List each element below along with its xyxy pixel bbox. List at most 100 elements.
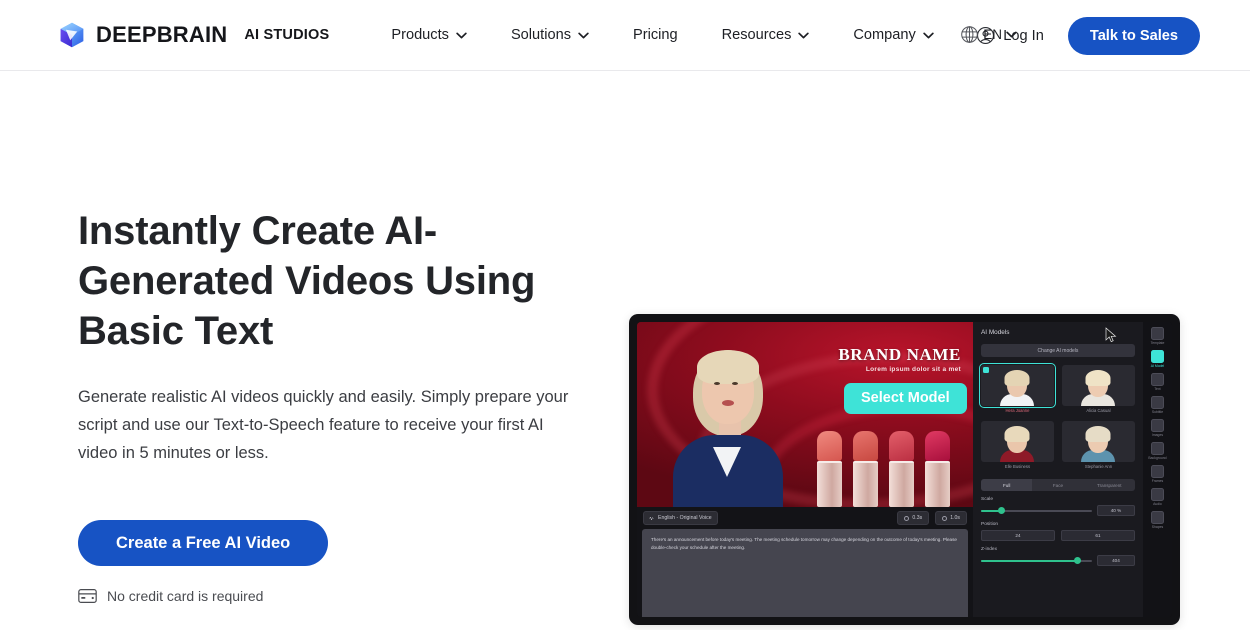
rail-item-images[interactable]: Images xyxy=(1144,419,1170,437)
model-card-2[interactable]: Elle Business xyxy=(981,421,1054,469)
chevron-down-icon xyxy=(798,32,810,38)
scale-slider-knob[interactable] xyxy=(997,506,1005,514)
template-icon xyxy=(1150,327,1164,340)
script-textarea[interactable]: There's an announcement before today's m… xyxy=(642,529,968,617)
mouse-pointer-icon xyxy=(1105,327,1117,343)
rail-item-shapes[interactable]: Shapes xyxy=(1144,511,1170,529)
tab-full[interactable]: Full xyxy=(981,479,1033,491)
scale-slider-track[interactable] xyxy=(981,506,1092,514)
rail-label-shapes: Shapes xyxy=(1151,525,1164,529)
audio-icon xyxy=(1150,488,1164,501)
nav-item-company[interactable]: Company xyxy=(853,19,934,51)
nav-item-products[interactable]: Products xyxy=(391,19,467,51)
scale-control[interactable]: 40 % xyxy=(981,505,1135,516)
subtitle-icon xyxy=(1150,396,1164,409)
page-title: Instantly Create AI-Generated Videos Usi… xyxy=(78,209,536,353)
zindex-slider-knob[interactable] xyxy=(1074,556,1082,564)
logo-product-text: AI STUDIOS xyxy=(244,27,330,43)
rail-item-background[interactable]: Background xyxy=(1144,442,1170,460)
create-free-ai-video-button[interactable]: Create a Free AI Video xyxy=(78,520,329,566)
globe-icon xyxy=(961,26,979,43)
voice-selector-chip[interactable]: English - Original Voice xyxy=(643,511,718,525)
chevron-down-icon xyxy=(1006,31,1017,38)
nav-item-solutions[interactable]: Solutions xyxy=(511,19,589,51)
rail-item-subtitle[interactable]: Subtitle xyxy=(1144,396,1170,414)
rail-label-frames: Frames xyxy=(1151,479,1164,483)
view-mode-tabs: Full Face Transparent xyxy=(981,479,1135,491)
voice-chip-label: English - Original Voice xyxy=(658,515,712,521)
time-chip-end-label: 1.0s xyxy=(950,515,960,521)
selected-check-icon xyxy=(983,367,989,373)
shapes-icon xyxy=(1150,511,1164,524)
nav-label-products: Products xyxy=(391,27,449,43)
scale-value[interactable]: 40 % xyxy=(1096,505,1135,516)
video-preview-canvas[interactable]: BRAND NAME Lorem ipsum dolor sit a met xyxy=(637,322,973,507)
nav-item-resources[interactable]: Resources xyxy=(722,19,810,51)
rail-label-text: Text xyxy=(1154,387,1161,391)
position-x-input[interactable]: 24 xyxy=(981,530,1055,541)
editor-stage-column: BRAND NAME Lorem ipsum dolor sit a met E… xyxy=(637,322,973,617)
select-model-button[interactable]: Select Model xyxy=(844,383,967,414)
rail-label-audio: Audio xyxy=(1153,502,1162,506)
script-text-content: There's an announcement before today's m… xyxy=(651,537,957,550)
rail-item-text[interactable]: Text xyxy=(1144,373,1170,391)
zindex-control[interactable]: 404 xyxy=(981,555,1135,566)
voice-waveform-icon xyxy=(649,515,654,521)
scale-label: Scale xyxy=(981,497,993,502)
rail-label-background: Background xyxy=(1148,456,1167,460)
rail-item-frames[interactable]: Frames xyxy=(1144,465,1170,483)
rail-item-audio[interactable]: Audio xyxy=(1144,488,1170,506)
talk-to-sales-button[interactable]: Talk to Sales xyxy=(1067,16,1200,55)
ai-model-icon xyxy=(1150,350,1164,363)
chevron-down-icon xyxy=(578,32,589,38)
nav-label-resources: Resources xyxy=(721,27,792,43)
zindex-slider-track[interactable] xyxy=(981,556,1092,564)
zindex-label: Z-index xyxy=(981,547,997,552)
time-chip-end[interactable]: 1.0s xyxy=(935,511,967,525)
model-card-1[interactable]: Alicia Casual xyxy=(1061,365,1135,413)
model-card-3[interactable]: Stephanie Ann xyxy=(1061,421,1135,469)
change-ai-models-button[interactable]: Change AI models xyxy=(981,344,1135,357)
background-icon xyxy=(1150,442,1164,455)
logo-link[interactable]: DEEPBRAIN AI STUDIOS xyxy=(58,21,329,49)
tab-face[interactable]: Face xyxy=(1032,479,1083,491)
model-card-0[interactable]: Hera Joanne xyxy=(979,363,1056,413)
nav-item-pricing[interactable]: Pricing xyxy=(633,19,678,51)
rail-label-ai-model: AI Model xyxy=(1150,364,1165,368)
language-label: EN xyxy=(983,27,1003,42)
clock-icon xyxy=(904,515,910,521)
hero-subtext: Generate realistic AI videos quickly and… xyxy=(78,388,569,462)
model-label-2: Elle Business xyxy=(1004,464,1031,469)
position-control: 24 61 xyxy=(981,530,1135,541)
zindex-value[interactable]: 404 xyxy=(1096,555,1135,566)
rail-item-template[interactable]: Template xyxy=(1144,327,1170,345)
rail-label-images: Images xyxy=(1151,433,1164,437)
product-screenshot-mockup: BRAND NAME Lorem ipsum dolor sit a met E… xyxy=(629,314,1180,625)
ai-models-panel: AI Models Change AI models Hera Joanne A… xyxy=(973,322,1143,617)
position-label: Position xyxy=(981,522,999,527)
stage-brand-title: BRAND NAME xyxy=(838,345,961,364)
rail-item-ai-model[interactable]: AI Model xyxy=(1144,350,1170,368)
ai-avatar-presenter xyxy=(669,344,787,507)
model-label-1: Alicia Casual xyxy=(1086,408,1111,413)
images-icon xyxy=(1150,419,1164,432)
rail-label-subtitle: Subtitle xyxy=(1151,410,1164,414)
nav-label-company: Company xyxy=(853,27,916,43)
language-selector[interactable]: EN xyxy=(960,25,1017,44)
credit-card-icon xyxy=(78,589,97,603)
rail-label-template: Template xyxy=(1150,341,1165,345)
tab-transparent[interactable]: Transparent xyxy=(1084,479,1135,491)
no-credit-card-label: No credit card is required xyxy=(107,588,264,604)
product-lipsticks-image xyxy=(817,419,965,507)
editor-tool-rail: Template AI Model Text Subtitle Images B… xyxy=(1142,322,1172,617)
model-label-0: Hera Joanne xyxy=(1005,408,1030,413)
header-right-cluster: EN Log In Talk to Sales xyxy=(961,0,1250,71)
text-icon xyxy=(1150,373,1164,386)
chevron-down-icon xyxy=(456,32,467,38)
cube-logo-icon xyxy=(58,21,86,49)
time-chip-start[interactable]: 0.3s xyxy=(897,511,930,525)
chevron-down-icon xyxy=(923,32,934,38)
position-y-input[interactable]: 61 xyxy=(1060,530,1135,541)
clock-icon xyxy=(942,515,948,521)
model-label-3: Stephanie Ann xyxy=(1084,464,1113,469)
